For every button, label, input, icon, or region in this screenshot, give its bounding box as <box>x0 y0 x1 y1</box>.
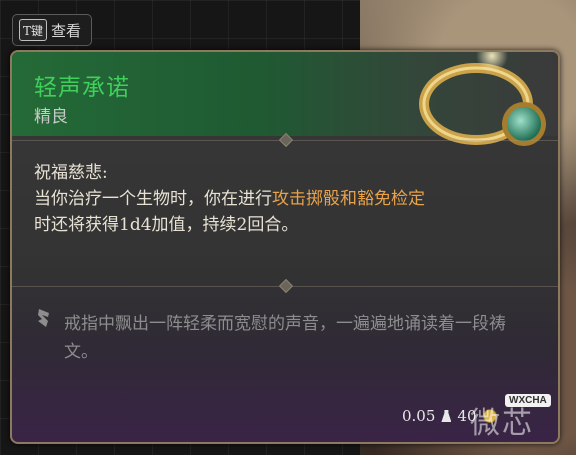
divider-ornament <box>278 278 294 294</box>
item-rarity: 精良 <box>34 107 68 127</box>
ring-icon <box>419 52 546 146</box>
flavor-text: 戒指中飘出一阵轻柔而宽慰的声音，一遍遍地诵读着一段祷文。 <box>64 314 506 362</box>
effect-text-post: 时还将获得1d4加值，持续2回合。 <box>34 215 299 235</box>
effect-description: 祝福慈悲: 当你治疗一个生物时，你在进行攻击掷骰和豁免检定时还将获得1d4加值，… <box>34 160 434 238</box>
view-label: 查看 <box>51 21 82 40</box>
watermark-badge: WXCHA <box>505 394 551 407</box>
effect-keyword[interactable]: 攻击掷骰和豁免检定 <box>272 189 425 209</box>
coin-icon <box>482 409 497 423</box>
item-tooltip: 轻声承诺 精良 祝福慈悲: 当你治疗一个生物时，你在进行攻击掷骰和豁免检定时还将… <box>10 50 560 444</box>
quill-icon <box>38 309 49 327</box>
item-stats: 0.05 40 <box>402 407 497 425</box>
view-button[interactable]: T键 查看 <box>12 14 93 46</box>
effect-title: 祝福慈悲: <box>34 163 108 183</box>
price-value: 40 <box>457 407 477 425</box>
key-icon: T键 <box>19 19 48 41</box>
weight-icon <box>441 410 452 422</box>
effect-text-pre: 当你治疗一个生物时，你在进行 <box>34 189 272 209</box>
item-name: 轻声承诺 <box>34 75 130 101</box>
weight-value: 0.05 <box>402 407 436 425</box>
